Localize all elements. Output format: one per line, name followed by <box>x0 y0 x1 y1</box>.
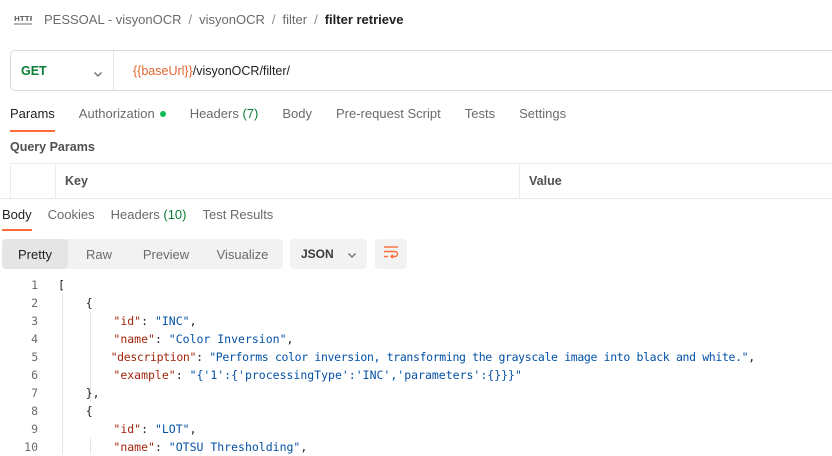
tab-label: Body <box>282 106 312 121</box>
breadcrumb-item-subfolder[interactable]: filter <box>283 12 308 27</box>
code-text: "name": "OTSU Thresholding", <box>113 440 308 454</box>
code-line: 9 "id": "LOT", <box>0 420 832 438</box>
line-number: 5 <box>31 350 38 364</box>
tab-test-results[interactable]: Test Results <box>203 207 274 231</box>
code-text: "id": "INC", <box>113 314 197 328</box>
tab-settings[interactable]: Settings <box>519 106 566 132</box>
tab-label: Params <box>10 106 55 121</box>
tab-authorization[interactable]: Authorization <box>79 106 166 132</box>
tab-tests[interactable]: Tests <box>465 106 495 132</box>
code-line: 3 "id": "INC", <box>0 312 832 330</box>
line-number: 6 <box>31 368 38 382</box>
tab-response-headers[interactable]: Headers (10) <box>111 207 187 231</box>
view-preview-button[interactable]: Preview <box>130 239 202 269</box>
tab-cookies[interactable]: Cookies <box>48 207 95 231</box>
wrap-lines-button[interactable] <box>375 239 407 269</box>
view-raw-button[interactable]: Raw <box>68 239 130 269</box>
code-text: "name": "Color Inversion", <box>113 332 294 346</box>
code-line: 8 { <box>0 402 832 420</box>
line-number: 4 <box>31 332 38 346</box>
url-path: /visyonOCR/filter/ <box>192 63 291 78</box>
code-text: }, <box>58 386 100 400</box>
tab-label: Tests <box>464 106 496 121</box>
code-line: 6 "example": "{'1':{'processingType':'IN… <box>0 366 832 384</box>
tab-body[interactable]: Body <box>282 106 312 132</box>
line-number: 7 <box>31 386 38 400</box>
wrap-lines-icon <box>383 245 399 264</box>
tab-label: Test Results <box>202 207 274 222</box>
code-line: 2 { <box>0 294 832 312</box>
tab-label: Headers <box>110 207 160 222</box>
request-title[interactable]: filter retrieve <box>325 12 404 27</box>
line-number: 10 <box>24 440 38 454</box>
breadcrumb-separator: / <box>188 11 193 27</box>
url-input[interactable]: {{baseUrl}}/visyonOCR/filter/ <box>114 64 290 78</box>
column-header-key: Key <box>65 174 88 188</box>
query-params-title: Query Params <box>10 140 95 154</box>
method-select[interactable]: GET <box>11 51 114 90</box>
view-mode-selector: Pretty Raw Preview Visualize <box>2 239 283 269</box>
view-pretty-button[interactable]: Pretty <box>2 239 68 269</box>
tab-response-body[interactable]: Body <box>2 207 32 231</box>
checkbox-column <box>11 164 56 199</box>
tab-headers[interactable]: Headers (7) <box>190 106 259 132</box>
line-number: 8 <box>31 404 38 418</box>
query-params-table: Key Value <box>10 163 832 199</box>
http-icon: HTTP <box>14 12 35 26</box>
line-number: 2 <box>31 296 38 310</box>
method-label: GET <box>21 63 47 78</box>
code-line: 10 "name": "OTSU Thresholding", <box>0 438 832 456</box>
tab-params[interactable]: Params <box>10 106 55 132</box>
tab-label: Authorization <box>78 106 155 121</box>
svg-text:HTTP: HTTP <box>14 15 32 23</box>
view-visualize-button[interactable]: Visualize <box>202 239 283 269</box>
tab-label: Headers <box>189 106 239 121</box>
tab-label: Cookies <box>47 207 95 222</box>
code-text: { <box>58 296 93 310</box>
tab-label: Body <box>2 207 32 222</box>
code-text: { <box>58 404 93 418</box>
response-body-code[interactable]: 1[ 2 { 3 "id": "INC", 4 "name": "Color I… <box>0 276 832 454</box>
breadcrumb-item-folder[interactable]: visyonOCR <box>199 12 265 27</box>
code-line: 4 "name": "Color Inversion", <box>0 330 832 348</box>
request-bar: GET {{baseUrl}}/visyonOCR/filter/ <box>10 50 832 91</box>
breadcrumb-item-collection[interactable]: PESSOAL - visyonOCR <box>44 12 182 27</box>
code-text: "id": "LOT", <box>113 422 197 436</box>
column-header-value: Value <box>529 174 562 188</box>
headers-count: (7) <box>242 106 259 121</box>
tab-label: Pre-request Script <box>335 106 441 121</box>
status-dot-icon <box>159 111 166 117</box>
line-number: 1 <box>31 278 38 292</box>
breadcrumb-separator: / <box>314 11 318 27</box>
code-text: "description": "Performs color inversion… <box>110 350 756 364</box>
request-tabs: Params Authorization Headers (7) Body Pr… <box>10 106 590 132</box>
code-text: [ <box>58 278 65 292</box>
url-variable: {{baseUrl}} <box>133 63 193 78</box>
code-line: 1[ <box>0 276 832 294</box>
tab-prerequest-script[interactable]: Pre-request Script <box>336 106 441 132</box>
chevron-down-icon <box>347 249 357 259</box>
line-number: 3 <box>31 314 38 328</box>
response-tabs: Body Cookies Headers (10) Test Results <box>2 207 289 231</box>
code-line: 5 "description": "Performs color inversi… <box>0 348 832 366</box>
breadcrumb: HTTP PESSOAL - visyonOCR / visyonOCR / f… <box>14 9 403 29</box>
code-line: 7 }, <box>0 384 832 402</box>
pane-divider[interactable] <box>0 198 832 199</box>
code-text: "example": "{'1':{'processingType':'INC'… <box>113 368 522 382</box>
tab-label: Settings <box>519 106 567 121</box>
format-select[interactable]: JSON <box>290 239 367 269</box>
format-label: JSON <box>301 247 334 261</box>
line-number: 9 <box>31 422 38 436</box>
chevron-down-icon <box>93 66 103 77</box>
response-headers-count: (10) <box>163 207 187 222</box>
breadcrumb-separator: / <box>271 11 276 27</box>
key-column <box>55 164 520 199</box>
